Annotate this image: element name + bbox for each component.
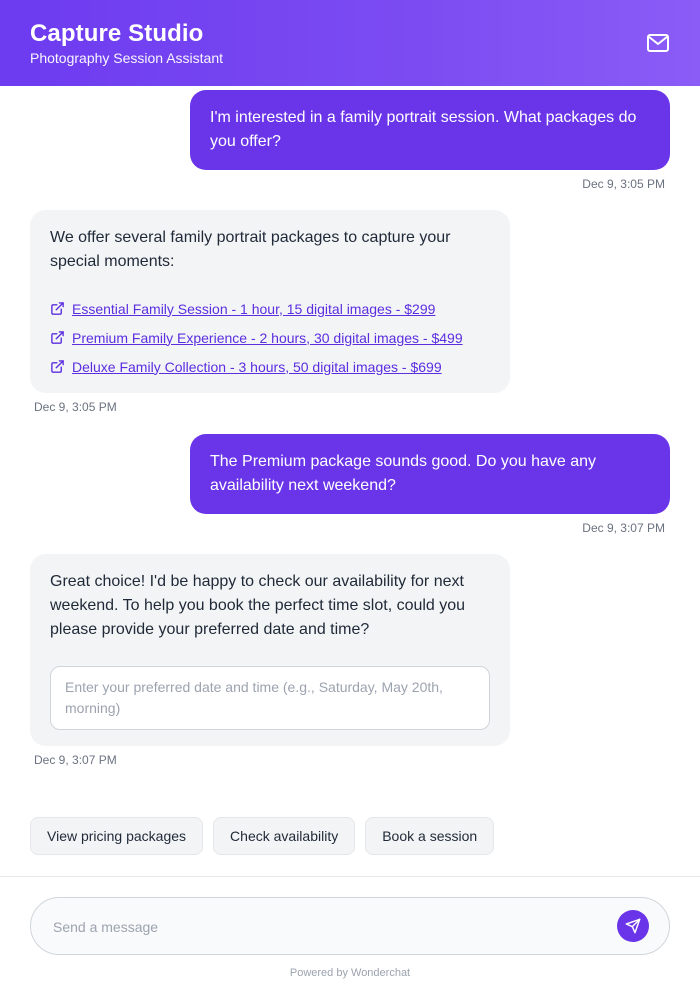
user-message-bubble: The Premium package sounds good. Do you … xyxy=(190,434,670,514)
external-link-icon xyxy=(51,302,64,315)
package-link-premium[interactable]: Premium Family Experience - 2 hours, 30 … xyxy=(50,323,490,352)
message-composer xyxy=(30,897,670,956)
message-timestamp: Dec 9, 3:07 PM xyxy=(34,753,117,767)
message-text: I'm interested in a family portrait sess… xyxy=(210,109,637,150)
package-links: Essential Family Session - 1 hour, 15 di… xyxy=(50,294,490,381)
divider xyxy=(0,876,700,877)
message-text: Great choice! I'd be happy to check our … xyxy=(50,573,466,638)
powered-by: Powered by Wonderchat xyxy=(289,967,411,979)
header-title: Capture Studio xyxy=(30,20,204,47)
link-label: Deluxe Family Collection - 3 hours, 50 d… xyxy=(72,358,442,375)
assistant-message-bubble: Great choice! I'd be happy to check our … xyxy=(30,554,510,746)
preferred-date-input[interactable] xyxy=(50,666,490,730)
message-timestamp: Dec 9, 3:05 PM xyxy=(34,400,117,414)
message-text: We offer several family portrait package… xyxy=(50,229,451,270)
send-button[interactable] xyxy=(617,910,649,942)
view-pricing-button[interactable]: View pricing packages xyxy=(30,817,204,855)
chat-header: Capture Studio Photography Session Assis… xyxy=(0,0,700,86)
header-subtitle: Photography Session Assistant xyxy=(30,50,224,66)
external-link-icon xyxy=(51,331,64,344)
link-label: Essential Family Session - 1 hour, 15 di… xyxy=(72,300,436,317)
assistant-message-bubble: We offer several family portrait package… xyxy=(30,210,510,393)
package-link-essential[interactable]: Essential Family Session - 1 hour, 15 di… xyxy=(50,294,490,323)
send-icon xyxy=(625,918,641,934)
mail-icon[interactable] xyxy=(646,32,670,54)
message-text: The Premium package sounds good. Do you … xyxy=(210,453,597,494)
quick-replies: View pricing packages Check availability… xyxy=(30,817,495,855)
user-message-bubble: I'm interested in a family portrait sess… xyxy=(190,90,670,170)
message-timestamp: Dec 9, 3:05 PM xyxy=(582,177,665,191)
check-availability-button[interactable]: Check availability xyxy=(213,817,356,855)
link-label: Premium Family Experience - 2 hours, 30 … xyxy=(72,329,463,346)
external-link-icon xyxy=(51,360,64,373)
message-timestamp: Dec 9, 3:07 PM xyxy=(582,521,665,535)
message-input[interactable] xyxy=(51,898,615,956)
package-link-deluxe[interactable]: Deluxe Family Collection - 3 hours, 50 d… xyxy=(50,352,490,381)
book-session-button[interactable]: Book a session xyxy=(365,817,495,855)
